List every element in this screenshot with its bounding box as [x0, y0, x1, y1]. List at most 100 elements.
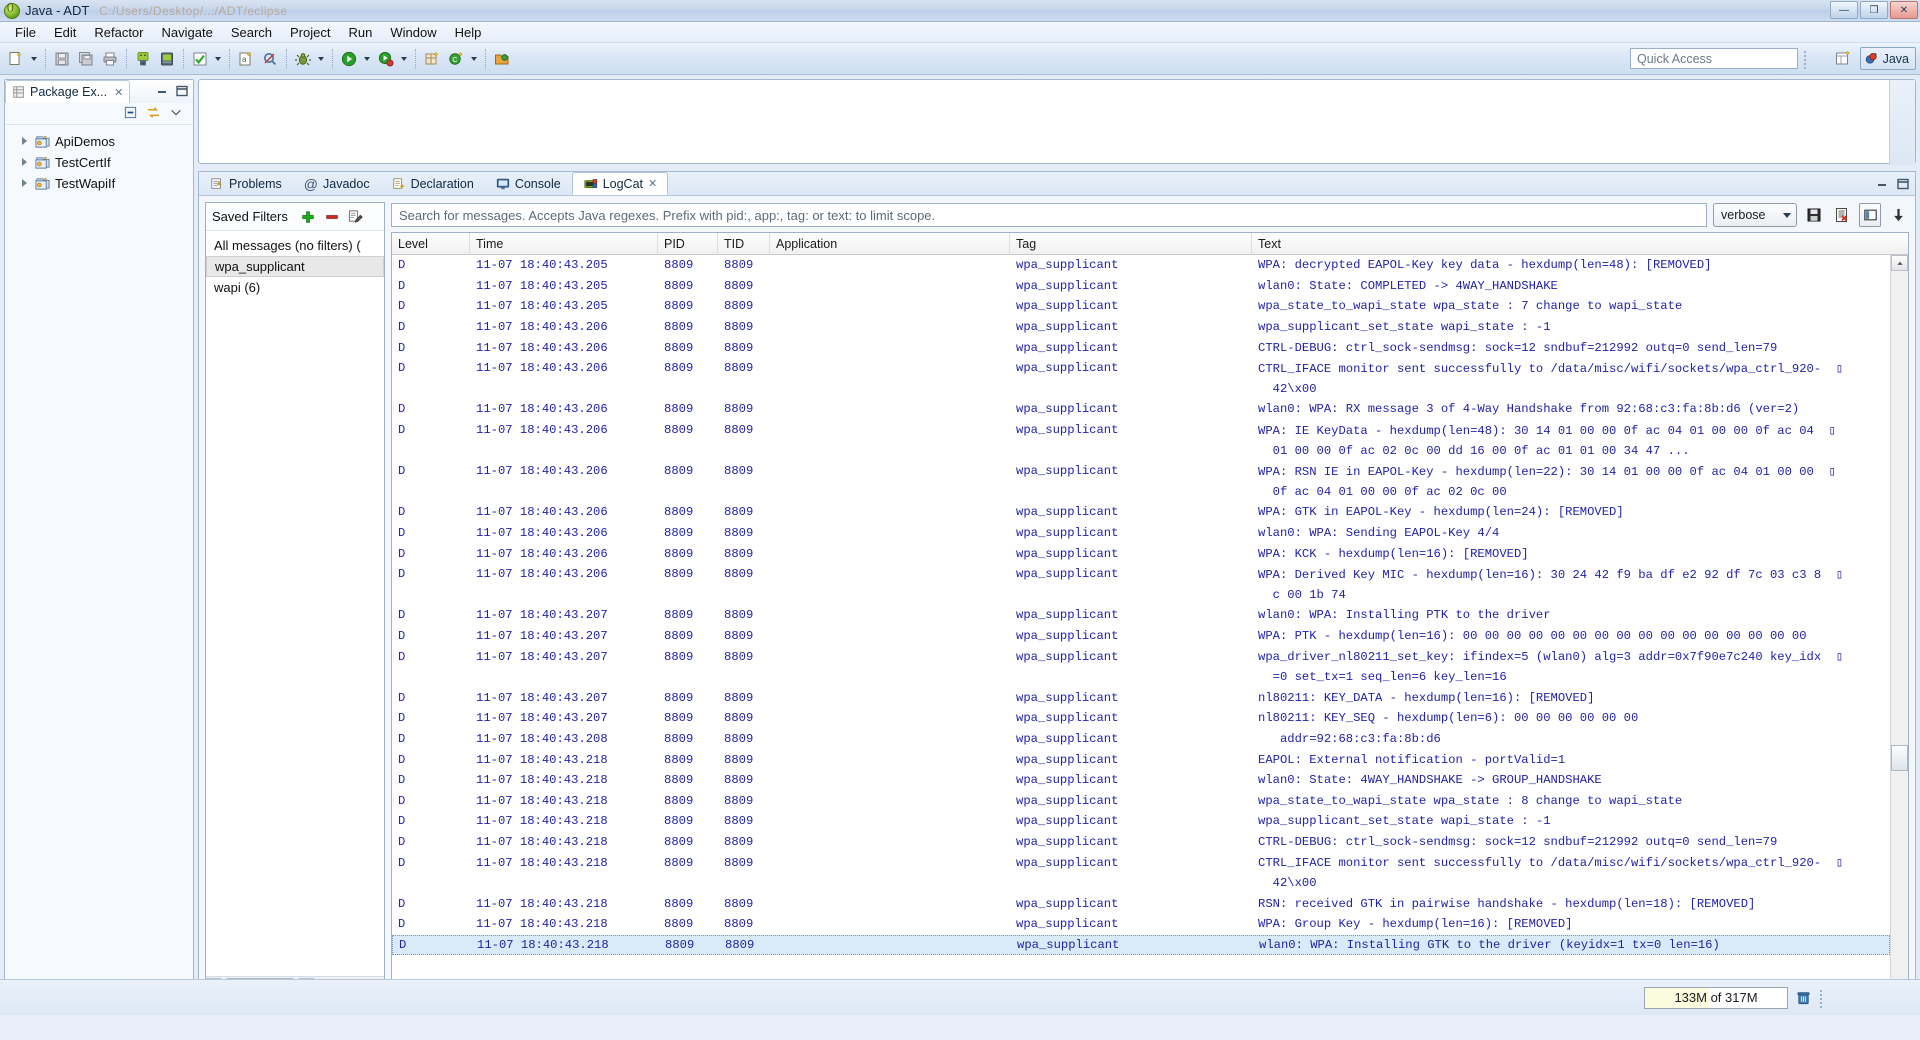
menu-file[interactable]: File	[6, 23, 45, 42]
maximize-icon[interactable]	[1895, 176, 1911, 195]
open-perspective-icon[interactable]	[1832, 47, 1856, 70]
log-row[interactable]: 42\x00	[392, 379, 1890, 400]
tab-declaration[interactable]: Declaration	[381, 172, 485, 195]
column-header-tid[interactable]: TID	[718, 233, 770, 255]
android-sdk-manager-icon[interactable]	[132, 48, 154, 70]
remove-filter-icon[interactable]	[324, 209, 340, 225]
tab-logcat[interactable]: LogCat ✕	[571, 172, 669, 195]
log-row[interactable]: D 11-07 18:40:43.207 8809 8809 wpa_supplican…	[392, 626, 1890, 647]
filter-item-wapi[interactable]: wapi (6)	[206, 277, 384, 298]
external-tools-dropdown-icon[interactable]	[398, 48, 409, 70]
scroll-up-icon[interactable]	[1891, 255, 1908, 271]
new-wizard-dropdown-icon[interactable]	[28, 48, 39, 70]
new-wizard-icon[interactable]	[5, 48, 27, 70]
new-android-project-icon[interactable]: a	[235, 48, 257, 70]
print-icon[interactable]	[99, 48, 121, 70]
log-row[interactable]: D 11-07 18:40:43.207 8809 8809 wpa_supplican…	[392, 708, 1890, 729]
maximize-icon[interactable]	[174, 83, 190, 102]
heap-usage-bar[interactable]: 133M of 317M	[1644, 986, 1788, 1009]
statusbar-drag-handle[interactable]	[1820, 988, 1824, 1008]
expand-arrow-icon[interactable]	[21, 179, 30, 188]
close-icon[interactable]: ✕	[114, 86, 123, 99]
log-row[interactable]: 42\x00	[392, 873, 1890, 894]
edit-filter-icon[interactable]	[348, 209, 364, 225]
log-row[interactable]: D 11-07 18:40:43.218 8809 8809 wpa_supplican…	[392, 893, 1890, 914]
log-row[interactable]: D 11-07 18:40:43.218 8809 8809 wpa_supplican…	[392, 832, 1890, 853]
log-row[interactable]: D 11-07 18:40:43.218 8809 8809 wpa_supplican…	[392, 811, 1890, 832]
log-row[interactable]: D 11-07 18:40:43.218 8809 8809 wpa_supplican…	[392, 770, 1890, 791]
collapse-all-icon[interactable]	[123, 105, 138, 123]
log-row[interactable]: c 00 1b 74	[392, 585, 1890, 606]
save-icon[interactable]	[51, 48, 73, 70]
log-row[interactable]: =0 set_tx=1 seq_len=6 key_len=16	[392, 667, 1890, 688]
log-row[interactable]: D 11-07 18:40:43.218 8809 8809 wpa_supplican…	[392, 934, 1890, 956]
view-menu-icon[interactable]	[169, 105, 183, 122]
column-header-time[interactable]: Time	[470, 233, 658, 255]
log-row[interactable]: D 11-07 18:40:43.206 8809 8809 wpa_supplican…	[392, 502, 1890, 523]
expand-arrow-icon[interactable]	[21, 137, 30, 146]
minimize-icon[interactable]	[154, 83, 170, 102]
log-row[interactable]: D 11-07 18:40:43.207 8809 8809 wpa_supplican…	[392, 646, 1890, 667]
log-row[interactable]: D 11-07 18:40:43.207 8809 8809 wpa_supplican…	[392, 687, 1890, 708]
tree-item-apidemos[interactable]: ApiDemos	[11, 131, 193, 152]
expand-arrow-icon[interactable]	[21, 158, 30, 167]
log-row[interactable]: 01 00 00 0f ac 02 0c 00 dd 16 00 0f ac 0…	[392, 440, 1890, 461]
add-filter-icon[interactable]	[300, 209, 316, 225]
log-row[interactable]: D 11-07 18:40:43.205 8809 8809 wpa_supplican…	[392, 296, 1890, 317]
close-button[interactable]: ✕	[1890, 1, 1918, 19]
new-class-dropdown-icon[interactable]	[468, 48, 479, 70]
clear-log-icon[interactable]	[1831, 203, 1853, 227]
run-external-tools-icon[interactable]	[375, 48, 397, 70]
vscroll-thumb[interactable]	[1891, 745, 1908, 771]
log-row[interactable]: D 11-07 18:40:43.206 8809 8809 wpa_supplican…	[392, 564, 1890, 585]
save-log-icon[interactable]	[1803, 203, 1825, 227]
hide-fields-icon[interactable]	[259, 48, 281, 70]
menu-search[interactable]: Search	[222, 23, 281, 42]
column-header-level[interactable]: Level	[392, 233, 470, 255]
filter-item-wpa-supplicant[interactable]: wpa_supplicant	[206, 256, 384, 277]
maximize-button[interactable]: ❐	[1860, 1, 1888, 19]
tab-problems[interactable]: Problems	[199, 172, 293, 195]
log-rows-container[interactable]: D 11-07 18:40:43.205 8809 8809 wpa_supplican…	[392, 255, 1890, 996]
column-header-tag[interactable]: Tag	[1010, 233, 1252, 255]
tree-item-testcertif[interactable]: TestCertIf	[11, 152, 193, 173]
debug-dropdown-icon[interactable]	[315, 48, 326, 70]
minimize-icon[interactable]	[1874, 176, 1890, 195]
log-row[interactable]: D 11-07 18:40:43.208 8809 8809 wpa_supplican…	[392, 729, 1890, 750]
menu-window[interactable]: Window	[381, 23, 445, 42]
search-input[interactable]: Search for messages. Accepts Java regexe…	[391, 203, 1707, 227]
new-class-icon[interactable]: C	[445, 48, 467, 70]
log-row[interactable]: D 11-07 18:40:43.206 8809 8809 wpa_supplican…	[392, 523, 1890, 544]
log-row[interactable]: D 11-07 18:40:43.206 8809 8809 wpa_supplican…	[392, 461, 1890, 482]
heap-status-monitor[interactable]: 133M of 317M	[1644, 986, 1824, 1010]
log-row[interactable]: D 11-07 18:40:43.206 8809 8809 wpa_supplican…	[392, 358, 1890, 379]
run-dropdown-icon[interactable]	[361, 48, 372, 70]
log-row[interactable]: D 11-07 18:40:43.218 8809 8809 wpa_supplican…	[392, 914, 1890, 935]
android-avd-manager-icon[interactable]	[156, 48, 178, 70]
trash-icon[interactable]	[1792, 986, 1814, 1010]
log-row[interactable]: D 11-07 18:40:43.218 8809 8809 wpa_supplican…	[392, 852, 1890, 873]
menu-edit[interactable]: Edit	[45, 23, 85, 42]
log-row[interactable]: D 11-07 18:40:43.206 8809 8809 wpa_supplican…	[392, 337, 1890, 358]
column-header-pid[interactable]: PID	[658, 233, 718, 255]
menu-navigate[interactable]: Navigate	[153, 23, 222, 42]
tab-console[interactable]: Console	[485, 172, 572, 195]
tab-javadoc[interactable]: @ Javadoc	[293, 172, 381, 195]
link-with-editor-icon[interactable]	[146, 105, 161, 123]
minimize-button[interactable]: —	[1830, 1, 1858, 19]
log-row[interactable]: D 11-07 18:40:43.218 8809 8809 wpa_supplican…	[392, 790, 1890, 811]
log-level-select[interactable]: verbose	[1713, 203, 1797, 227]
log-row[interactable]: D 11-07 18:40:43.206 8809 8809 wpa_supplican…	[392, 317, 1890, 338]
log-row[interactable]: D 11-07 18:40:43.205 8809 8809 wpa_supplican…	[392, 276, 1890, 297]
menu-project[interactable]: Project	[281, 23, 339, 42]
log-row[interactable]: D 11-07 18:40:43.207 8809 8809 wpa_supplican…	[392, 605, 1890, 626]
column-header-text[interactable]: Text	[1252, 233, 1908, 255]
run-icon[interactable]	[338, 48, 360, 70]
scroll-lock-icon[interactable]	[1887, 203, 1909, 227]
log-row[interactable]: D 11-07 18:40:43.206 8809 8809 wpa_supplican…	[392, 420, 1890, 441]
log-row[interactable]: D 11-07 18:40:43.206 8809 8809 wpa_supplican…	[392, 399, 1890, 420]
save-all-icon[interactable]	[75, 48, 97, 70]
quick-access-input[interactable]: Quick Access	[1630, 48, 1798, 69]
log-row[interactable]: D 11-07 18:40:43.206 8809 8809 wpa_supplican…	[392, 543, 1890, 564]
tree-item-testwapiif[interactable]: TestWapiIf	[11, 173, 193, 194]
